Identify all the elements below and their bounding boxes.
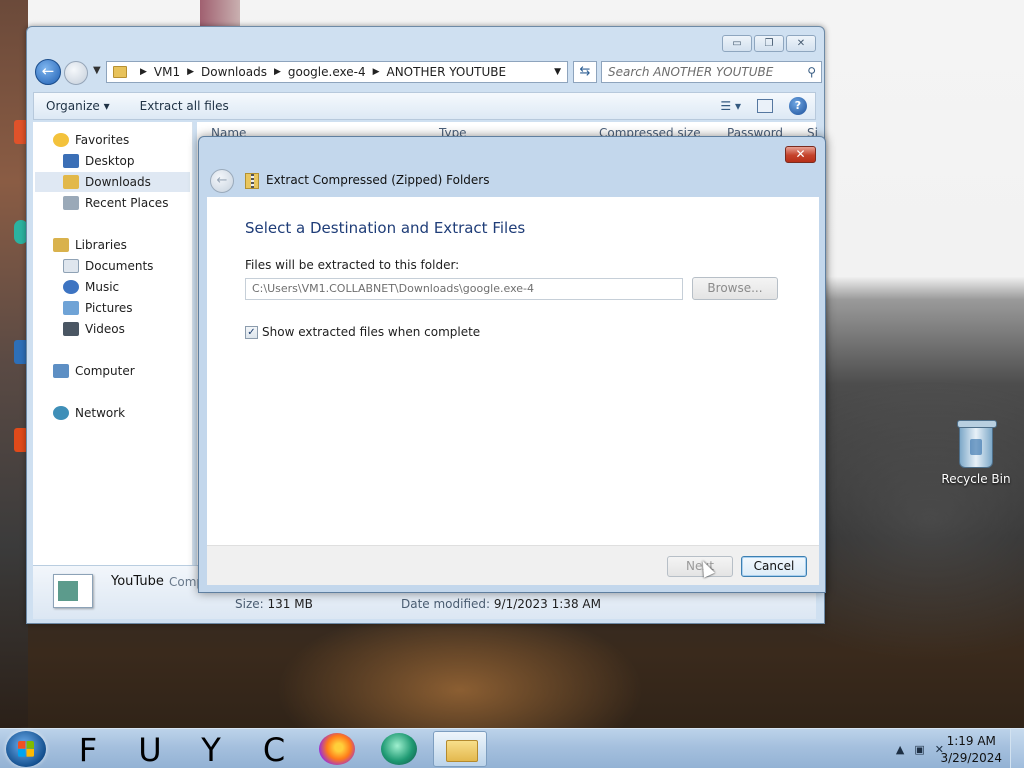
libraries-icon xyxy=(53,238,69,252)
nav-desktop[interactable]: Desktop xyxy=(63,151,135,171)
show-files-option[interactable]: ✓ Show extracted files when complete xyxy=(245,325,480,339)
chevron-right-icon[interactable]: ▶ xyxy=(373,67,380,77)
videos-icon xyxy=(63,322,79,336)
refresh-button[interactable]: ⇆ xyxy=(573,61,597,83)
details-date-modified: Date modified: 9/1/2023 1:38 AM xyxy=(401,597,601,611)
search-icon[interactable]: ⚲ xyxy=(807,62,816,82)
breadcrumb-item[interactable]: google.exe-4 xyxy=(288,65,366,79)
extract-all-button[interactable]: Extract all files xyxy=(140,99,229,113)
maximize-button[interactable]: ❐ xyxy=(754,35,784,52)
desktop-edge xyxy=(0,0,28,728)
network-icon xyxy=(53,406,69,420)
firefox-icon[interactable] xyxy=(319,733,355,765)
organize-menu[interactable]: Organize ▾ xyxy=(46,99,110,113)
chevron-down-icon[interactable]: ▼ xyxy=(554,67,561,77)
chevron-right-icon[interactable]: ▶ xyxy=(274,67,281,77)
zip-folder-icon xyxy=(245,173,259,189)
preview-pane-icon[interactable] xyxy=(757,99,773,113)
show-files-checkbox[interactable]: ✓ xyxy=(245,325,258,339)
recycle-bin-label: Recycle Bin xyxy=(941,472,1011,486)
dialog-heading: Select a Destination and Extract Files xyxy=(245,219,526,237)
clock[interactable]: 1:19 AM 3/29/2024 xyxy=(940,733,1002,767)
details-size: Size: 131 MB xyxy=(235,597,313,611)
taskbar: F U Y C ▲ ▣ ✕ 1:19 AM 3/29/2024 xyxy=(0,728,1024,768)
chevron-right-icon[interactable]: ▶ xyxy=(140,67,147,77)
nav-videos[interactable]: Videos xyxy=(63,319,125,339)
back-button[interactable]: ← xyxy=(35,59,61,85)
navigation-pane: Favorites Desktop Downloads Recent Place… xyxy=(33,122,193,565)
nav-recent-places[interactable]: Recent Places xyxy=(63,193,168,213)
cancel-button[interactable]: Cancel xyxy=(741,556,807,577)
dialog-back-button[interactable]: ← xyxy=(210,169,234,193)
taskbar-app-y[interactable]: Y xyxy=(189,729,233,768)
close-button[interactable]: ✕ xyxy=(786,35,816,52)
file-explorer-taskbar-button[interactable] xyxy=(433,731,487,767)
destination-label: Files will be extracted to this folder: xyxy=(245,258,460,272)
nav-computer[interactable]: Computer xyxy=(53,361,135,381)
nav-network[interactable]: Network xyxy=(53,403,125,423)
recent-pages-dropdown[interactable]: ▼ xyxy=(93,65,101,76)
taskbar-app-c[interactable]: C xyxy=(252,729,296,768)
show-files-label: Show extracted files when complete xyxy=(262,325,481,339)
chevron-right-icon[interactable]: ▶ xyxy=(187,67,194,77)
recycle-bin[interactable]: Recycle Bin xyxy=(940,420,1012,486)
help-icon[interactable]: ? xyxy=(789,97,807,115)
downloads-icon xyxy=(63,175,79,189)
nav-documents[interactable]: Documents xyxy=(63,256,153,276)
nav-music[interactable]: Music xyxy=(63,277,119,297)
nav-downloads[interactable]: Downloads xyxy=(35,172,190,192)
nav-pictures[interactable]: Pictures xyxy=(63,298,133,318)
navigation-row: ← ▼ ▶ VM1 ▶ Downloads ▶ google.exe-4 ▶ A… xyxy=(33,59,822,85)
command-bar-right: ☰ ▾ ? xyxy=(720,97,807,115)
music-icon xyxy=(63,280,79,294)
folder-icon xyxy=(113,66,127,78)
search-input[interactable]: Search ANOTHER YOUTUBE ⚲ xyxy=(601,61,822,83)
dialog-body: Select a Destination and Extract Files F… xyxy=(207,197,819,545)
search-placeholder: Search ANOTHER YOUTUBE xyxy=(608,65,774,79)
star-icon xyxy=(53,133,69,147)
system-tray: ▲ ▣ ✕ xyxy=(896,743,944,756)
nav-libraries[interactable]: Libraries xyxy=(53,235,127,255)
pictures-icon xyxy=(63,301,79,315)
computer-icon xyxy=(53,364,69,378)
documents-icon xyxy=(63,259,79,273)
destination-path-input[interactable]: C:\Users\VM1.COLLABNET\Downloads\google.… xyxy=(245,278,683,300)
address-bar[interactable]: ▶ VM1 ▶ Downloads ▶ google.exe-4 ▶ ANOTH… xyxy=(106,61,568,83)
start-button[interactable] xyxy=(6,731,46,767)
file-thumbnail xyxy=(53,574,93,608)
clock-date: 3/29/2024 xyxy=(940,751,1002,765)
desktop-edge-top xyxy=(200,0,240,28)
change-view-icon[interactable]: ☰ ▾ xyxy=(720,99,741,113)
taskbar-app-f[interactable]: F xyxy=(66,729,110,768)
dialog-title: Extract Compressed (Zipped) Folders xyxy=(266,173,490,187)
show-desktop-button[interactable] xyxy=(1010,729,1024,768)
nav-favorites[interactable]: Favorites xyxy=(53,130,129,150)
browse-button[interactable]: Browse... xyxy=(692,277,778,300)
extract-dialog: ✕ ← Extract Compressed (Zipped) Folders … xyxy=(198,136,826,593)
show-hidden-icons-icon[interactable]: ▲ xyxy=(896,743,904,756)
desktop-icon xyxy=(63,154,79,168)
details-file-name: YouTube xyxy=(111,574,164,589)
chat-app-icon[interactable] xyxy=(381,733,417,765)
breadcrumb-item[interactable]: ANOTHER YOUTUBE xyxy=(387,65,507,79)
clock-time: 1:19 AM xyxy=(946,734,996,748)
taskbar-app-u[interactable]: U xyxy=(128,729,172,768)
minimize-button[interactable]: ▭ xyxy=(722,35,752,52)
window-controls: ▭ ❐ ✕ xyxy=(722,35,816,52)
network-tray-icon[interactable]: ▣ xyxy=(914,743,924,756)
recent-places-icon xyxy=(63,196,79,210)
dialog-footer: Next Cancel xyxy=(207,545,819,585)
breadcrumb-item[interactable]: Downloads xyxy=(201,65,267,79)
breadcrumb-item[interactable]: VM1 xyxy=(154,65,180,79)
command-bar: Organize ▾ Extract all files ☰ ▾ ? xyxy=(33,92,816,120)
dialog-close-button[interactable]: ✕ xyxy=(785,146,816,163)
recycle-bin-icon xyxy=(957,420,997,468)
forward-button[interactable] xyxy=(64,61,88,85)
